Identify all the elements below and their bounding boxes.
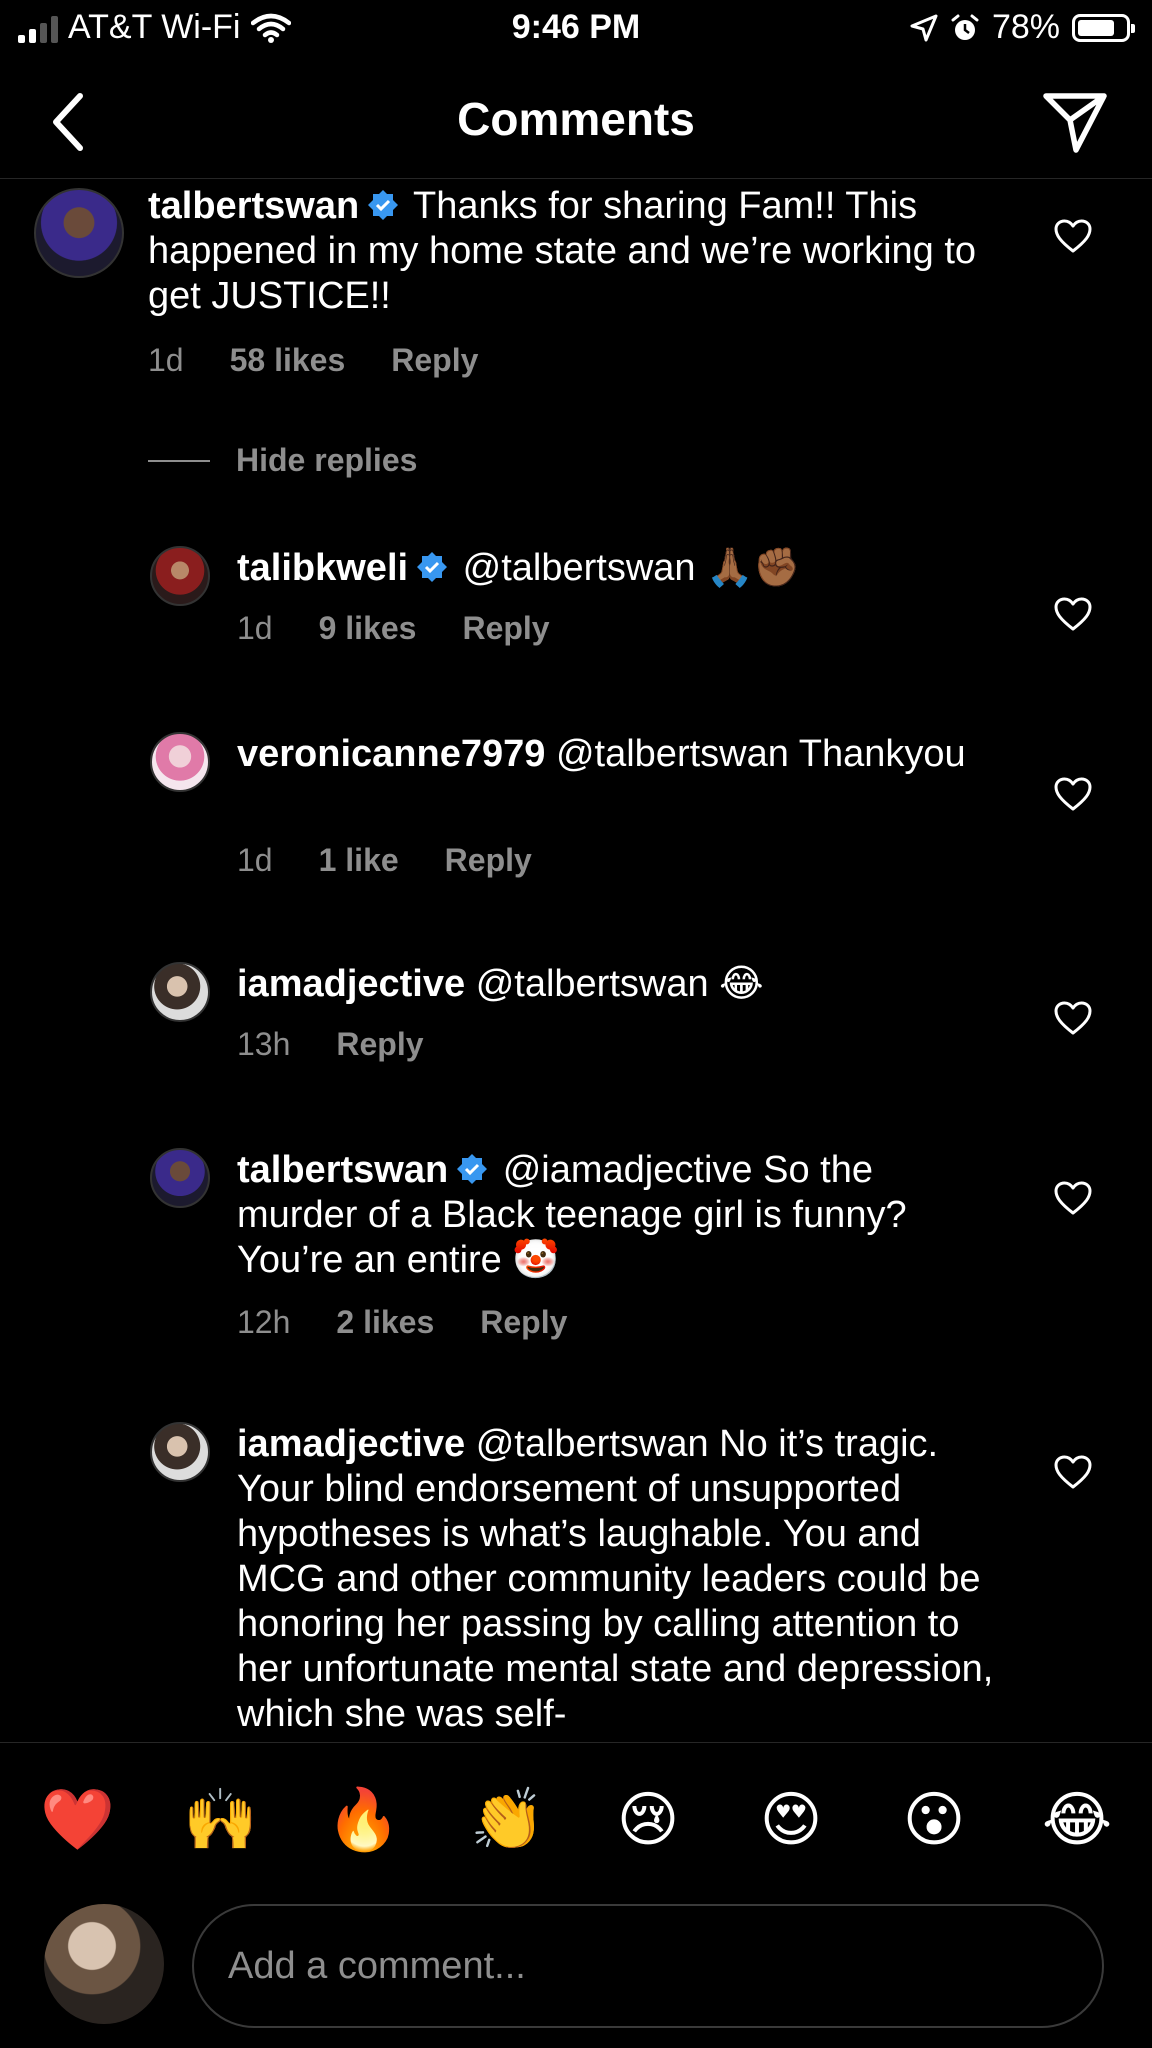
battery-percent: 78% <box>991 8 1060 46</box>
reply-meta: 1d 9 likes Reply <box>237 610 550 647</box>
reply-text: talibkweli @talbertswan 🙏🏾✊🏾 <box>237 546 1037 591</box>
reply-username[interactable]: talibkweli <box>237 547 408 589</box>
send-direct-icon[interactable] <box>1038 84 1112 158</box>
reply-button[interactable]: Reply <box>480 1304 567 1341</box>
comment-item: talbertswan Thanks for sharing Fam!! Thi… <box>0 180 1152 430</box>
reply-text: veronicanne7979 @talbertswan Thankyou <box>237 732 1037 777</box>
reply-time: 13h <box>237 1026 291 1062</box>
current-user-avatar <box>44 1904 164 2024</box>
verified-badge-icon <box>457 1154 488 1184</box>
status-right: 78% <box>910 8 1135 47</box>
laughing-emoji-button[interactable]: 😂 <box>1042 1785 1112 1855</box>
reply-item: talibkweli @talbertswan 🙏🏾✊🏾 1d 9 likes … <box>0 540 1152 690</box>
comment-meta: 1d 58 likes Reply <box>148 342 478 379</box>
reply-time: 1d <box>237 842 273 878</box>
hide-replies-label: Hide replies <box>236 442 418 478</box>
divider-line <box>148 459 210 462</box>
alarm-icon <box>951 14 979 40</box>
reply-body: No it’s tragic. Your blind endorsement o… <box>237 1423 994 1735</box>
reply-item: veronicanne7979 @talbertswan Thankyou 1d… <box>0 726 1152 896</box>
comments-list[interactable]: talbertswan Thanks for sharing Fam!! Thi… <box>0 180 1152 1740</box>
raising-hands-emoji-button[interactable]: 🙌 <box>183 1785 258 1855</box>
reply-item: iamadjective @talbertswan 😂 13h Reply <box>0 956 1152 1096</box>
fire-emoji-button[interactable]: 🔥 <box>326 1785 401 1855</box>
like-heart-icon[interactable] <box>1054 1000 1092 1038</box>
mention-link[interactable]: @iamadjective <box>503 1149 753 1191</box>
comment-composer: Add a comment... <box>0 1892 1152 2048</box>
reply-body: Thankyou <box>798 733 966 775</box>
reply-meta: 13h Reply <box>237 1026 424 1063</box>
comment-text: talbertswan Thanks for sharing Fam!! Thi… <box>148 184 1008 319</box>
battery-icon <box>1072 13 1135 42</box>
heart-eyes-emoji-button[interactable]: 😍 <box>756 1785 826 1855</box>
comment-time: 1d <box>148 342 184 378</box>
reply-text: iamadjective @talbertswan No it’s tragic… <box>237 1422 997 1737</box>
likes-count[interactable]: 9 likes <box>319 610 417 647</box>
like-heart-icon[interactable] <box>1054 776 1092 814</box>
reply-meta: 12h 2 likes Reply <box>237 1304 567 1341</box>
clapping-emoji-button[interactable]: 👏 <box>470 1785 545 1855</box>
reply-username[interactable]: veronicanne7979 <box>237 733 545 775</box>
reply-username[interactable]: iamadjective <box>237 963 465 1005</box>
location-icon <box>910 14 938 41</box>
nav-bar: Comments <box>0 70 1152 179</box>
page-title: Comments <box>457 93 695 145</box>
verified-badge-icon <box>417 552 448 582</box>
crying-emoji-button[interactable]: 😢 <box>613 1785 683 1855</box>
likes-count[interactable]: 2 likes <box>336 1304 434 1341</box>
reply-meta: 1d 1 like Reply <box>237 842 532 879</box>
add-comment-placeholder: Add a comment... <box>228 1944 526 1987</box>
status-bar: AT&T Wi-Fi 9:46 PM 78% <box>0 0 1152 60</box>
reply-item: talbertswan @iamadjective So the murder … <box>0 1142 1152 1362</box>
quick-reactions-bar: ❤️ 🙌 🔥 👏 😢 😍 😮 😂 <box>0 1742 1152 1893</box>
add-comment-input[interactable]: Add a comment... <box>192 1904 1104 2028</box>
reply-text: iamadjective @talbertswan 😂 <box>237 962 1037 1007</box>
reply-item: iamadjective @talbertswan No it’s tragic… <box>0 1416 1152 1740</box>
reply-time: 1d <box>237 610 273 646</box>
avatar[interactable] <box>150 546 210 606</box>
mention-link[interactable]: @talbertswan <box>463 547 696 589</box>
reply-button[interactable]: Reply <box>462 610 549 647</box>
like-heart-icon[interactable] <box>1054 218 1092 256</box>
like-heart-icon[interactable] <box>1054 1454 1092 1492</box>
reply-body: 😂 <box>719 963 764 1005</box>
verified-badge-icon <box>368 190 399 220</box>
reply-button[interactable]: Reply <box>391 342 478 379</box>
avatar[interactable] <box>150 732 210 792</box>
heart-emoji-button[interactable]: ❤️ <box>40 1785 115 1855</box>
reply-time: 12h <box>237 1304 291 1340</box>
hide-replies-toggle[interactable]: Hide replies <box>148 442 417 479</box>
reply-body: 🙏🏾✊🏾 <box>706 547 801 589</box>
avatar[interactable] <box>150 962 210 1022</box>
likes-count[interactable]: 1 like <box>319 842 399 879</box>
reply-button[interactable]: Reply <box>336 1026 423 1063</box>
comment-username[interactable]: talbertswan <box>148 185 359 227</box>
reply-button[interactable]: Reply <box>445 842 532 879</box>
surprised-emoji-button[interactable]: 😮 <box>899 1785 969 1855</box>
like-heart-icon[interactable] <box>1054 1180 1092 1218</box>
reply-username[interactable]: talbertswan <box>237 1149 448 1191</box>
avatar[interactable] <box>150 1422 210 1482</box>
avatar[interactable] <box>150 1148 210 1208</box>
mention-link[interactable]: @talbertswan <box>476 1423 709 1465</box>
reply-text: talbertswan @iamadjective So the murder … <box>237 1148 997 1283</box>
likes-count[interactable]: 58 likes <box>230 342 346 379</box>
avatar[interactable] <box>34 188 124 278</box>
mention-link[interactable]: @talbertswan <box>476 963 709 1005</box>
mention-link[interactable]: @talbertswan <box>556 733 789 775</box>
reply-username[interactable]: iamadjective <box>237 1423 465 1465</box>
like-heart-icon[interactable] <box>1054 596 1092 634</box>
